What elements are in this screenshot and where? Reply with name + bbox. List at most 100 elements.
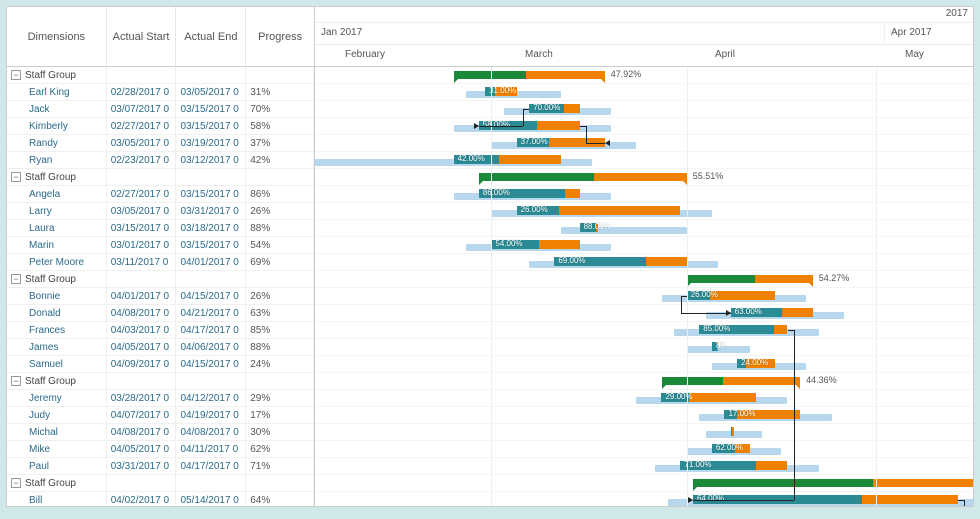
- task-pct-label: 63.00%: [735, 307, 762, 316]
- group-name: Staff Group: [25, 376, 76, 387]
- cell-progress: 71%: [246, 458, 314, 475]
- task-pct-label: 86.00%: [483, 188, 510, 197]
- grid-task-row[interactable]: Randy03/05/2017 003/19/2017 037%: [7, 135, 314, 152]
- timeline-body: 47.92% 31.00% 70.00% 58.00% 37.00% 42.00% 55.5…: [315, 67, 974, 507]
- grid-task-row[interactable]: Judy04/07/2017 004/19/2017 017%: [7, 407, 314, 424]
- cell-progress: 88%: [246, 220, 314, 237]
- task-name: Laura: [29, 223, 55, 234]
- task-name: Bill: [29, 495, 42, 506]
- task-pct-label: 69.00%: [558, 256, 585, 265]
- summary-pct-label: 54.27%: [819, 273, 850, 283]
- cell-progress: 31%: [246, 84, 314, 101]
- collapse-toggle[interactable]: −: [11, 172, 21, 182]
- cell-progress: 30%: [246, 424, 314, 441]
- grid-group-row[interactable]: −Staff Group: [7, 373, 314, 390]
- grid-task-row[interactable]: Michal04/08/2017 004/08/2017 030%: [7, 424, 314, 441]
- col-header-actual-start[interactable]: Actual Start: [107, 7, 177, 67]
- grid-task-row[interactable]: Earl King02/28/2017 003/05/2017 031%: [7, 84, 314, 101]
- dependency-arrow: [688, 497, 693, 503]
- cell-actual-start: 03/05/2017 0: [107, 203, 177, 220]
- cell-actual-end: 03/19/2017 0: [176, 135, 246, 152]
- grid-group-row[interactable]: −Staff Group: [7, 67, 314, 84]
- cell-actual-end: [176, 271, 246, 288]
- cell-actual-start: 03/07/2017 0: [107, 101, 177, 118]
- grid-task-row[interactable]: Jeremy03/28/2017 004/12/2017 029%: [7, 390, 314, 407]
- cell-actual-end: 03/15/2017 0: [176, 101, 246, 118]
- cell-progress: 24%: [246, 356, 314, 373]
- grid-task-row[interactable]: Peter Moore03/11/2017 004/01/2017 069%: [7, 254, 314, 271]
- summary-bar[interactable]: 55.51%: [479, 173, 687, 181]
- grid-task-row[interactable]: Marin03/01/2017 003/15/2017 054%: [7, 237, 314, 254]
- col-header-progress[interactable]: Progress: [246, 7, 314, 67]
- cell-progress: 86%: [246, 186, 314, 203]
- grid-task-row[interactable]: Angela02/27/2017 003/15/2017 086%: [7, 186, 314, 203]
- cell-actual-end: 04/21/2017 0: [176, 305, 246, 322]
- grid-task-row[interactable]: Samuel04/09/2017 004/15/2017 024%: [7, 356, 314, 373]
- month-gridline: [491, 67, 492, 507]
- cell-progress: 26%: [246, 203, 314, 220]
- summary-bar[interactable]: 44.36%: [662, 377, 801, 385]
- cell-actual-start: 02/28/2017 0: [107, 84, 177, 101]
- grid-task-row[interactable]: Larry03/05/2017 003/31/2017 026%: [7, 203, 314, 220]
- cell-progress: 63%: [246, 305, 314, 322]
- group-name: Staff Group: [25, 274, 76, 285]
- task-name: Jack: [29, 104, 50, 115]
- grid-task-row[interactable]: Jack03/07/2017 003/15/2017 070%: [7, 101, 314, 118]
- grid-task-row[interactable]: James04/05/2017 004/06/2017 088%: [7, 339, 314, 356]
- task-pct-label: 37.00%: [521, 137, 548, 146]
- actual-bar: [693, 495, 958, 504]
- cell-actual-end: 04/15/2017 0: [176, 356, 246, 373]
- col-header-actual-end[interactable]: Actual End: [176, 7, 246, 67]
- timeline-scale2-cell: March: [525, 49, 553, 60]
- grid-task-row[interactable]: Bonnie04/01/2017 004/15/2017 026%: [7, 288, 314, 305]
- grid-task-row[interactable]: Bill04/02/2017 005/14/2017 064%: [7, 492, 314, 507]
- cell-progress: 29%: [246, 390, 314, 407]
- task-name: Judy: [29, 410, 50, 421]
- task-pct-label: 31.00%: [489, 86, 516, 95]
- timeline-scale2-cell: May: [905, 49, 924, 60]
- grid-task-row[interactable]: Kimberly02/27/2017 003/15/2017 058%: [7, 118, 314, 135]
- grid-task-row[interactable]: Paul03/31/2017 004/17/2017 071%: [7, 458, 314, 475]
- cell-actual-end: 04/12/2017 0: [176, 390, 246, 407]
- collapse-toggle[interactable]: −: [11, 274, 21, 284]
- cell-progress: 54%: [246, 237, 314, 254]
- grid-group-row[interactable]: −Staff Group: [7, 475, 314, 492]
- task-pct-label: 26.00%: [521, 205, 548, 214]
- summary-bar[interactable]: 62.07%: [693, 479, 974, 487]
- task-pct-label: 70.00%: [533, 103, 560, 112]
- cell-actual-start: 03/11/2017 0: [107, 254, 177, 271]
- timeline-pane[interactable]: 2017 Jan 2017Apr 2017 FebruaryMarchApril…: [315, 7, 974, 506]
- cell-progress: 64%: [246, 492, 314, 508]
- task-name: Michal: [29, 427, 58, 438]
- task-pct-label: 58.00%: [483, 120, 510, 129]
- task-name: Earl King: [29, 87, 70, 98]
- grid-task-row[interactable]: Frances04/03/2017 004/17/2017 085%: [7, 322, 314, 339]
- collapse-toggle[interactable]: −: [11, 70, 21, 80]
- cell-progress: [246, 271, 314, 288]
- task-name: Angela: [29, 189, 60, 200]
- task-pct-label: 26.00%: [691, 290, 718, 299]
- grid-group-row[interactable]: −Staff Group: [7, 271, 314, 288]
- task-pct-label: 62.00%: [716, 443, 743, 452]
- cell-actual-end: 04/11/2017 0: [176, 441, 246, 458]
- task-name: Randy: [29, 138, 58, 149]
- grid-group-row[interactable]: −Staff Group: [7, 169, 314, 186]
- task-name: Mike: [29, 444, 50, 455]
- cell-actual-end: 04/15/2017 0: [176, 288, 246, 305]
- grid-task-row[interactable]: Mike04/05/2017 004/11/2017 062%: [7, 441, 314, 458]
- summary-bar[interactable]: 54.27%: [687, 275, 813, 283]
- cell-progress: 42%: [246, 152, 314, 169]
- cell-actual-end: 03/18/2017 0: [176, 220, 246, 237]
- grid-task-row[interactable]: Laura03/15/2017 003/18/2017 088%: [7, 220, 314, 237]
- col-header-dimensions[interactable]: Dimensions: [7, 7, 107, 67]
- cell-actual-start: 02/27/2017 0: [107, 118, 177, 135]
- collapse-toggle[interactable]: −: [11, 376, 21, 386]
- summary-bar[interactable]: 47.92%: [454, 71, 605, 79]
- year-label: 2017: [946, 8, 968, 19]
- grid-task-row[interactable]: Ryan02/23/2017 003/12/2017 042%: [7, 152, 314, 169]
- task-pct-label: 42.00%: [458, 154, 485, 163]
- grid-task-row[interactable]: Donald04/08/2017 004/21/2017 063%: [7, 305, 314, 322]
- collapse-toggle[interactable]: −: [11, 478, 21, 488]
- cell-progress: [246, 475, 314, 492]
- cell-actual-start: 04/09/2017 0: [107, 356, 177, 373]
